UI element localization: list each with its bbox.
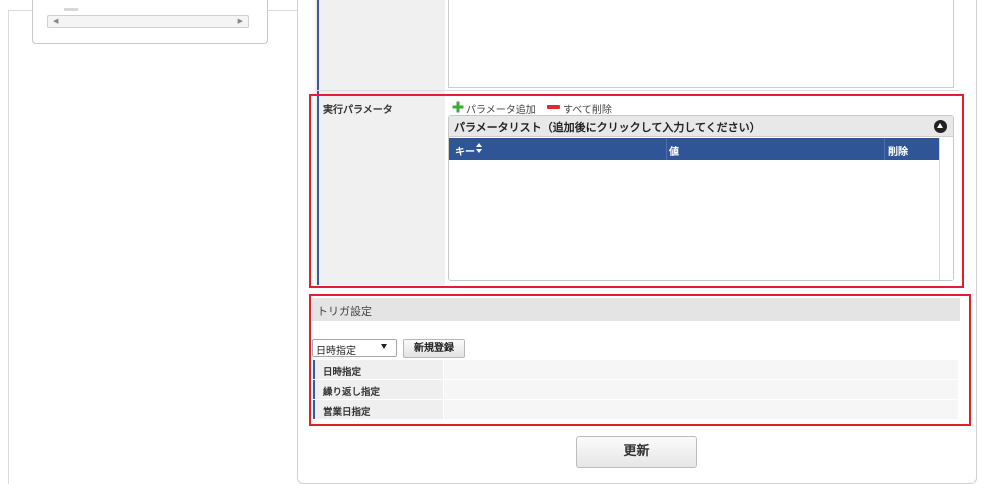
- row-separator: [315, 90, 959, 91]
- scroll-right-icon[interactable]: ▶: [238, 17, 243, 25]
- scroll-left-icon[interactable]: ◀: [53, 17, 58, 25]
- update-button[interactable]: 更新: [576, 436, 697, 468]
- description-textarea[interactable]: [448, 0, 954, 88]
- sidebar-horizontal-scrollbar[interactable]: ◀ ▶: [47, 15, 249, 28]
- sidebar-item-fragment: [64, 8, 78, 11]
- parameter-highlight-frame: [309, 94, 964, 288]
- trigger-highlight-frame: [309, 294, 971, 426]
- frame-left-border: [8, 10, 9, 484]
